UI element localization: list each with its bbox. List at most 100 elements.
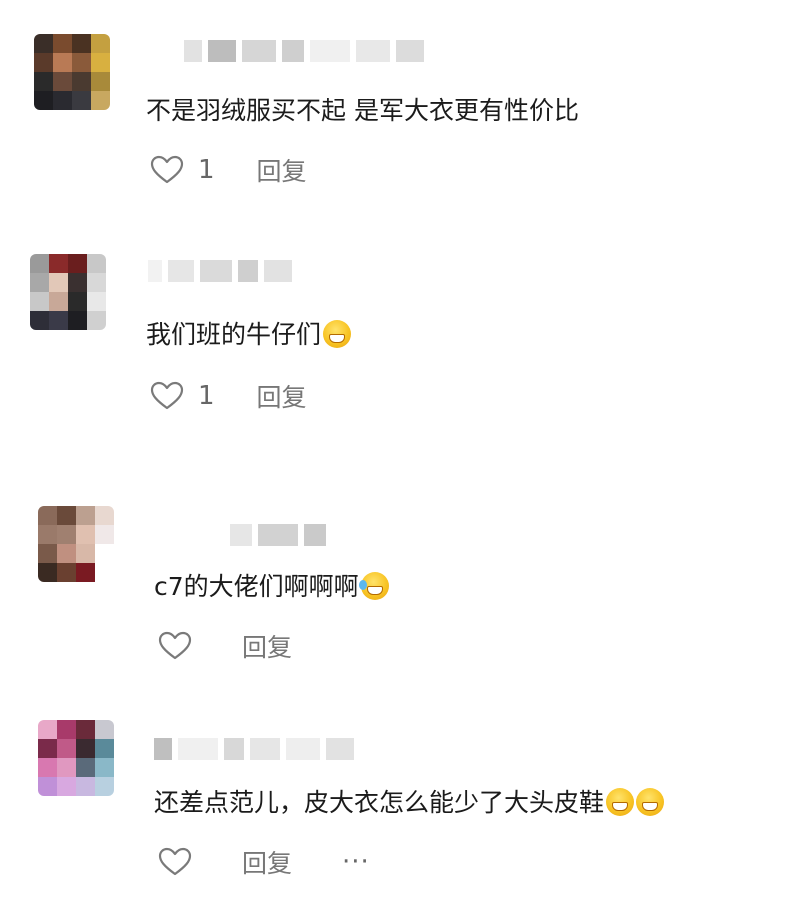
- avatar-mosaic-tile: [57, 739, 76, 758]
- avatar-mosaic-tile: [34, 34, 53, 53]
- avatar-mosaic-tile: [95, 563, 114, 582]
- avatar-mosaic-tile: [76, 739, 95, 758]
- avatar[interactable]: [30, 254, 106, 330]
- avatar-mosaic-tile: [95, 544, 114, 563]
- avatar-mosaic-tile: [68, 311, 87, 330]
- avatar-mosaic-tile: [57, 758, 76, 777]
- laughing-crying-emoji-icon: [358, 572, 389, 600]
- heart-icon: [158, 847, 192, 876]
- avatar-mosaic-tile: [76, 720, 95, 739]
- like-count: 1: [198, 155, 215, 185]
- username-blur-block: [230, 524, 252, 546]
- username-blur-block: [286, 738, 320, 760]
- avatar-mosaic-tile: [95, 758, 114, 777]
- avatar-mosaic-tile: [91, 91, 110, 110]
- avatar[interactable]: [38, 720, 114, 796]
- username[interactable]: [148, 258, 292, 284]
- username-blur-block: [396, 40, 424, 62]
- like-button[interactable]: [158, 847, 192, 877]
- avatar-mosaic-tile: [34, 53, 53, 72]
- avatar-mosaic-tile: [38, 739, 57, 758]
- comment-text: c7的大佬们啊啊啊: [154, 570, 389, 604]
- heart-icon: [150, 381, 184, 410]
- avatar-mosaic-tile: [38, 758, 57, 777]
- avatar-mosaic-tile: [95, 739, 114, 758]
- avatar-mosaic-tile: [38, 563, 57, 582]
- avatar-mosaic-tile: [57, 563, 76, 582]
- like-button[interactable]: 1: [150, 381, 215, 411]
- grinning-emoji-icon: [606, 788, 635, 816]
- more-options-button[interactable]: ···: [342, 847, 370, 877]
- avatar-mosaic-tile: [72, 53, 91, 72]
- avatar-mosaic-tile: [49, 311, 68, 330]
- avatar-mosaic-tile: [53, 72, 72, 91]
- username-blur-block: [304, 524, 326, 546]
- avatar-mosaic-tile: [30, 311, 49, 330]
- avatar-mosaic-tile: [76, 563, 95, 582]
- avatar-mosaic-tile: [76, 506, 95, 525]
- avatar-mosaic-tile: [87, 254, 106, 273]
- avatar-mosaic-tile: [53, 53, 72, 72]
- reply-button[interactable]: 回复: [242, 628, 292, 664]
- avatar-mosaic-tile: [91, 72, 110, 91]
- avatar-mosaic-tile: [57, 525, 76, 544]
- comment-text: 不是羽绒服买不起 是军大衣更有性价比: [146, 96, 579, 125]
- grinning-emoji-icon: [323, 320, 352, 348]
- username-blur-block: [282, 40, 304, 62]
- username-blur-block: [258, 524, 298, 546]
- username-blur-block: [310, 40, 350, 62]
- username-blur-block: [238, 260, 258, 282]
- username-blur-block: [242, 40, 276, 62]
- avatar-mosaic-tile: [68, 273, 87, 292]
- avatar-mosaic-tile: [72, 91, 91, 110]
- reply-button[interactable]: 回复: [242, 844, 292, 880]
- heart-icon: [150, 155, 184, 184]
- username-blur-block: [168, 260, 194, 282]
- avatar-mosaic-tile: [95, 777, 114, 796]
- username-blur-block: [148, 260, 162, 282]
- avatar[interactable]: [38, 506, 114, 582]
- comment-text: 我们班的牛仔们: [146, 318, 352, 352]
- avatar-mosaic-tile: [38, 720, 57, 739]
- comment-text: 还差点范儿，皮大衣怎么能少了大头皮鞋: [154, 786, 665, 820]
- avatar-mosaic-tile: [30, 273, 49, 292]
- comment-actions: 回复 ···: [158, 844, 370, 880]
- avatar-mosaic-tile: [76, 525, 95, 544]
- avatar-mosaic-tile: [91, 34, 110, 53]
- username-blur-block: [178, 738, 218, 760]
- username[interactable]: [184, 38, 424, 64]
- avatar-mosaic-tile: [95, 525, 114, 544]
- reply-button[interactable]: 回复: [257, 378, 307, 414]
- avatar-mosaic-tile: [49, 254, 68, 273]
- username-blur-block: [250, 738, 280, 760]
- avatar-mosaic-tile: [38, 506, 57, 525]
- avatar-mosaic-tile: [53, 34, 72, 53]
- avatar-mosaic-tile: [38, 777, 57, 796]
- avatar-mosaic-tile: [72, 34, 91, 53]
- like-button[interactable]: [158, 631, 192, 661]
- like-button[interactable]: 1: [150, 155, 215, 185]
- comment-actions: 1 回复: [150, 378, 307, 414]
- username[interactable]: [154, 736, 354, 762]
- avatar-mosaic-tile: [87, 311, 106, 330]
- avatar-mosaic-tile: [76, 777, 95, 796]
- avatar-mosaic-tile: [57, 544, 76, 563]
- avatar-mosaic-tile: [95, 506, 114, 525]
- avatar-mosaic-tile: [57, 720, 76, 739]
- avatar-mosaic-tile: [30, 292, 49, 311]
- avatar[interactable]: [34, 34, 110, 110]
- avatar-mosaic-tile: [76, 758, 95, 777]
- username[interactable]: [230, 522, 326, 548]
- avatar-mosaic-tile: [57, 506, 76, 525]
- reply-button[interactable]: 回复: [257, 152, 307, 188]
- avatar-mosaic-tile: [68, 254, 87, 273]
- avatar-mosaic-tile: [95, 720, 114, 739]
- comment-actions: 回复: [158, 628, 292, 664]
- avatar-mosaic-tile: [49, 273, 68, 292]
- avatar-mosaic-tile: [91, 53, 110, 72]
- grinning-emoji-icon: [636, 788, 665, 816]
- username-blur-block: [224, 738, 244, 760]
- username-blur-block: [184, 40, 202, 62]
- avatar-mosaic-tile: [38, 525, 57, 544]
- avatar-mosaic-tile: [87, 292, 106, 311]
